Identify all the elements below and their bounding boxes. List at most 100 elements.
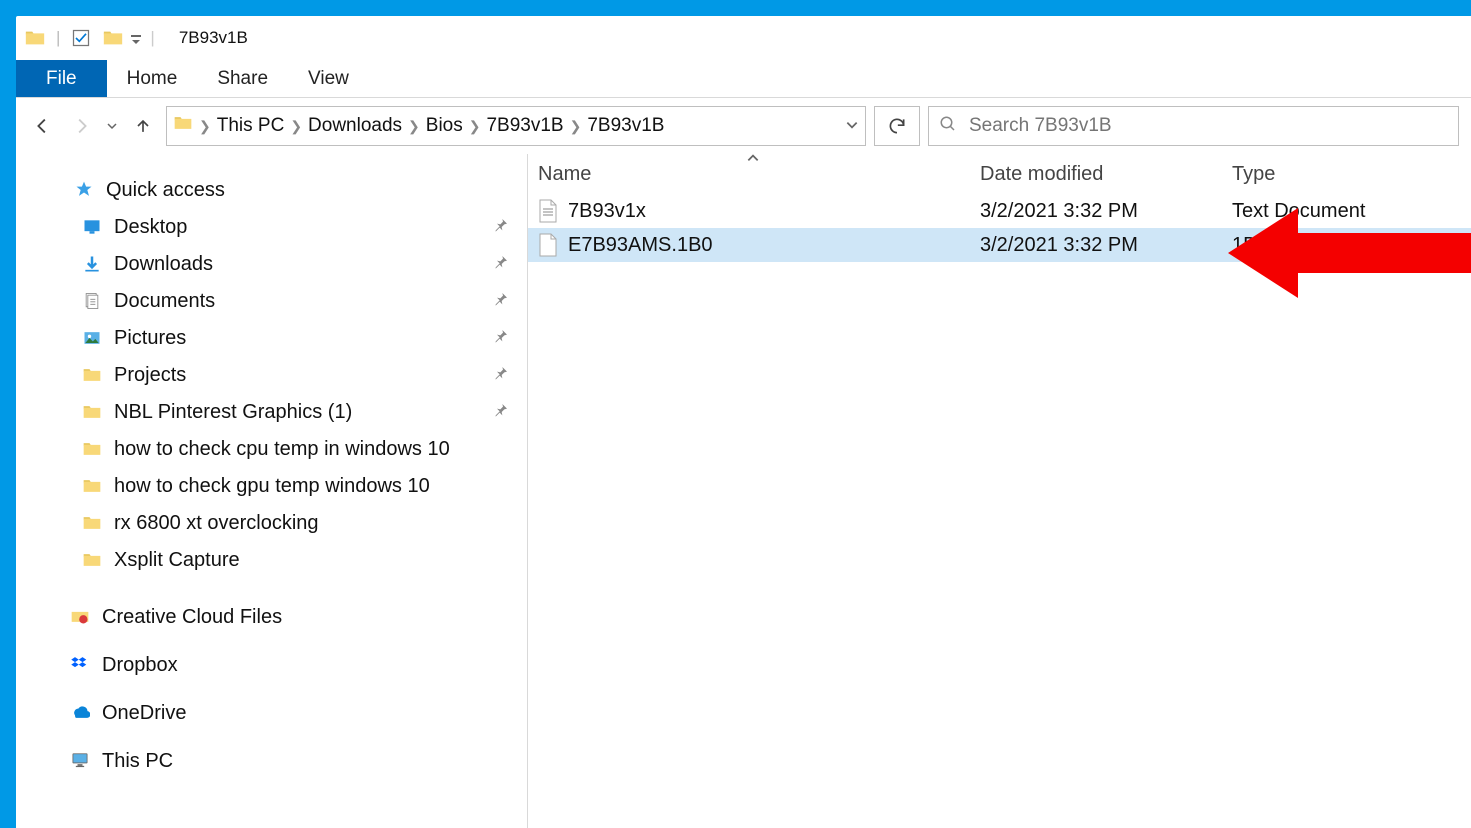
sidebar-item[interactable]: Documents — [16, 283, 527, 320]
sidebar-item-label: Xsplit Capture — [114, 549, 240, 572]
qat-divider: | — [150, 28, 154, 48]
breadcrumb-segment[interactable]: 7B93v1B — [486, 115, 563, 137]
pin-icon — [493, 365, 509, 386]
pictures-icon — [82, 328, 104, 350]
pin-icon — [493, 328, 509, 349]
sort-indicator-icon — [746, 152, 760, 166]
sidebar-item-label: Pictures — [114, 327, 186, 350]
chevron-right-icon[interactable]: ❯ — [408, 118, 420, 135]
file-icon — [538, 199, 558, 223]
file-row[interactable]: 7B93v1x3/2/2021 3:32 PMText Document — [528, 194, 1471, 228]
onedrive-icon — [70, 702, 92, 724]
documents-icon — [82, 291, 104, 313]
sidebar-item[interactable]: Projects — [16, 357, 527, 394]
sidebar-item[interactable]: rx 6800 xt overclocking — [16, 505, 527, 542]
sidebar-item-label: Documents — [114, 290, 215, 313]
back-button[interactable] — [28, 111, 58, 141]
ribbon: File Home Share View — [16, 60, 1471, 98]
pin-icon — [493, 402, 509, 423]
address-bar[interactable]: ❯ This PC ❯ Downloads ❯ Bios ❯ 7B93v1B ❯… — [166, 106, 866, 146]
sidebar-item-label: Desktop — [114, 216, 187, 239]
sidebar-item[interactable]: This PC — [16, 737, 527, 785]
sidebar-item[interactable]: how to check cpu temp in windows 10 — [16, 431, 527, 468]
breadcrumb-segment[interactable]: 7B93v1B — [587, 115, 664, 137]
chevron-right-icon[interactable]: ❯ — [570, 118, 582, 135]
file-icon — [538, 233, 558, 257]
file-date: 3/2/2021 3:32 PM — [980, 200, 1232, 223]
file-list-pane[interactable]: Name Date modified Type 7B93v1x 3/2/2021 … — [528, 154, 1471, 828]
chevron-right-icon[interactable]: ❯ — [469, 118, 481, 135]
search-icon — [939, 115, 957, 138]
search-box[interactable] — [928, 106, 1459, 146]
properties-toggle[interactable] — [70, 27, 92, 49]
sidebar-item[interactable]: OneDrive — [16, 689, 527, 737]
file-name: 7B93v1x — [568, 200, 646, 223]
qat-dropdown[interactable] — [130, 31, 144, 45]
qat-divider: | — [56, 28, 60, 48]
navigation-pane[interactable]: Quick access Desktop Downloads Documents Pi… — [16, 154, 528, 828]
column-header-date[interactable]: Date modified — [980, 163, 1232, 186]
sidebar-item-label: Projects — [114, 364, 186, 387]
desktop-icon — [82, 217, 104, 239]
sidebar-label: Quick access — [106, 179, 225, 202]
sidebar-item-label: This PC — [102, 750, 173, 773]
pin-icon — [493, 217, 509, 238]
tab-home[interactable]: Home — [107, 60, 198, 97]
sidebar-item[interactable]: Pictures — [16, 320, 527, 357]
downloads-icon — [82, 254, 104, 276]
sidebar-item[interactable]: Creative Cloud Files — [16, 593, 527, 641]
chevron-right-icon[interactable]: ❯ — [199, 118, 211, 135]
folder-icon — [82, 476, 104, 498]
sidebar-item[interactable]: how to check gpu temp windows 10 — [16, 468, 527, 505]
explorer-window: | | 7B93v1B File Home Share View — [16, 16, 1471, 828]
thispc-icon — [70, 750, 92, 772]
sidebar-quick-access[interactable]: Quick access — [16, 172, 527, 209]
breadcrumb-segment[interactable]: Downloads — [308, 115, 402, 137]
dropbox-icon — [70, 654, 92, 676]
tab-file[interactable]: File — [16, 60, 107, 97]
column-headers: Name Date modified Type — [528, 154, 1471, 194]
sidebar-item[interactable]: NBL Pinterest Graphics (1) — [16, 394, 527, 431]
column-header-type[interactable]: Type — [1232, 163, 1471, 186]
refresh-button[interactable] — [874, 106, 920, 146]
pin-icon — [493, 254, 509, 275]
sidebar-item[interactable]: Downloads — [16, 246, 527, 283]
sidebar-item-label: Creative Cloud Files — [102, 606, 282, 629]
file-name: E7B93AMS.1B0 — [568, 234, 713, 257]
file-type: 1B0 File — [1232, 234, 1471, 257]
sidebar-item[interactable]: Desktop — [16, 209, 527, 246]
folder-icon — [82, 439, 104, 461]
sidebar-item-label: how to check cpu temp in windows 10 — [114, 438, 450, 461]
pin-icon — [493, 291, 509, 312]
folder-icon — [82, 550, 104, 572]
folder-icon — [102, 27, 124, 49]
main-area: Quick access Desktop Downloads Documents Pi… — [16, 154, 1471, 828]
tab-view[interactable]: View — [288, 60, 369, 97]
sidebar-item-label: Dropbox — [102, 654, 178, 677]
star-icon — [74, 180, 96, 202]
search-input[interactable] — [969, 115, 1448, 137]
up-button[interactable] — [128, 111, 158, 141]
breadcrumb-segment[interactable]: Bios — [426, 115, 463, 137]
sidebar-item-label: NBL Pinterest Graphics (1) — [114, 401, 352, 424]
folder-icon — [24, 27, 46, 49]
tab-share[interactable]: Share — [197, 60, 288, 97]
folder-icon — [82, 402, 104, 424]
sidebar-item-label: how to check gpu temp windows 10 — [114, 475, 430, 498]
sidebar-item-label: OneDrive — [102, 702, 186, 725]
forward-button[interactable] — [66, 111, 96, 141]
navigation-bar: ❯ This PC ❯ Downloads ❯ Bios ❯ 7B93v1B ❯… — [16, 98, 1471, 154]
file-date: 3/2/2021 3:32 PM — [980, 234, 1232, 257]
window-title: 7B93v1B — [179, 28, 248, 48]
file-row[interactable]: E7B93AMS.1B0 3/2/2021 3:32 PM1B0 File — [528, 228, 1471, 262]
breadcrumb-segment[interactable]: This PC — [217, 115, 285, 137]
history-dropdown[interactable] — [104, 111, 120, 141]
ccloud-icon — [70, 606, 92, 628]
sidebar-item[interactable]: Dropbox — [16, 641, 527, 689]
sidebar-item[interactable]: Xsplit Capture — [16, 542, 527, 579]
chevron-right-icon[interactable]: ❯ — [290, 118, 302, 135]
folder-icon — [82, 365, 104, 387]
sidebar-item-label: rx 6800 xt overclocking — [114, 512, 319, 535]
sidebar-item-label: Downloads — [114, 253, 213, 276]
address-dropdown[interactable] — [845, 118, 859, 135]
